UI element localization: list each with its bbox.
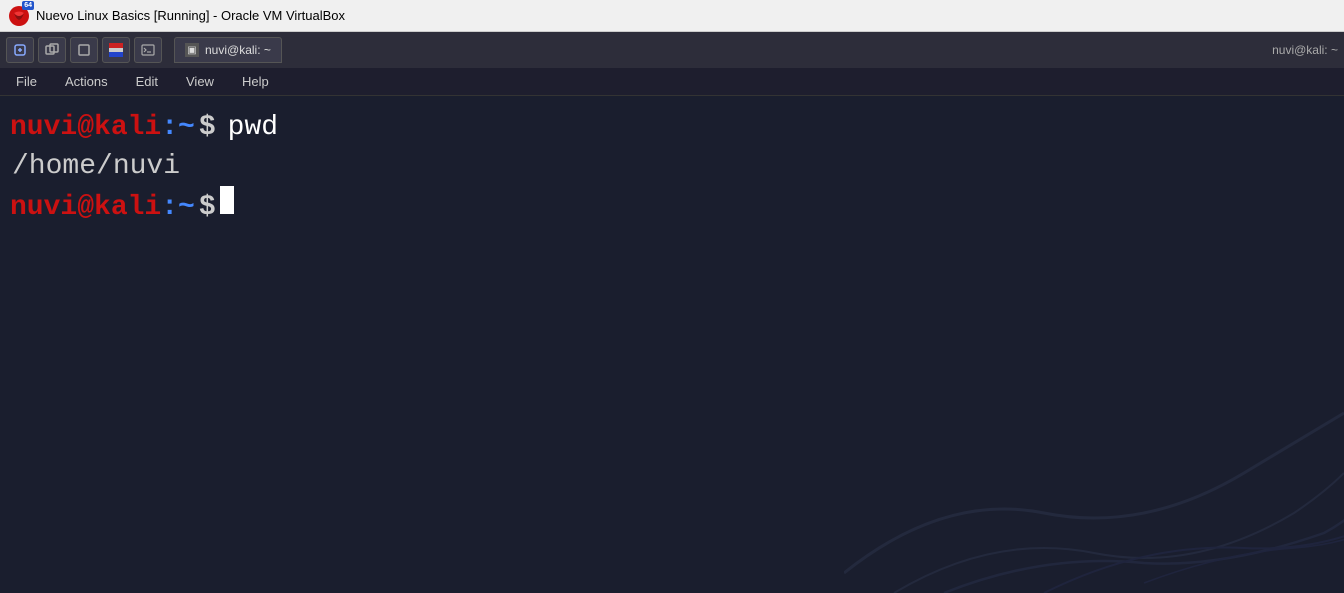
toolbar-btn-2[interactable] (38, 37, 66, 63)
terminal-cursor (220, 186, 234, 214)
terminal-line-1: nuvi@kali :~ $ pwd (10, 108, 1334, 147)
prompt-user-1: nuvi@kali (10, 108, 161, 147)
menu-edit[interactable]: Edit (130, 72, 164, 91)
prompt-dollar-2: $ (199, 188, 216, 227)
dragon-watermark (844, 293, 1344, 593)
terminal-tab-icon: ▣ (185, 43, 199, 57)
menu-actions[interactable]: Actions (59, 72, 114, 91)
toolbar-btn-3[interactable] (70, 37, 98, 63)
prompt-dollar-1: $ (199, 108, 216, 147)
vbox-badge: 64 (22, 1, 34, 10)
menu-view[interactable]: View (180, 72, 220, 91)
prompt-cmd-1: pwd (228, 108, 278, 147)
toolbar-btn-flag[interactable] (102, 37, 130, 63)
vbox-icon: 64 (8, 5, 30, 27)
menu-bar: File Actions Edit View Help (0, 68, 1344, 96)
toolbar-btn-1[interactable] (6, 37, 34, 63)
vm-tab-terminal[interactable]: ▣ nuvi@kali: ~ (174, 37, 282, 63)
title-bar: 64 Nuevo Linux Basics [Running] - Oracle… (0, 0, 1344, 32)
menu-file[interactable]: File (10, 72, 43, 91)
terminal-output-1: /home/nuvi (10, 147, 1334, 186)
prompt-user-2: nuvi@kali (10, 188, 161, 227)
window-title: Nuevo Linux Basics [Running] - Oracle VM… (36, 8, 345, 23)
terminal-line-2: nuvi@kali :~ $ (10, 186, 1334, 227)
tab-label: nuvi@kali: ~ (205, 43, 271, 57)
terminal-content: nuvi@kali :~ $ pwd /home/nuvi nuvi@kali … (10, 108, 1334, 228)
prompt-tilde-2: :~ (161, 188, 195, 227)
prompt-tilde-1: :~ (161, 108, 195, 147)
terminal-area[interactable]: nuvi@kali :~ $ pwd /home/nuvi nuvi@kali … (0, 96, 1344, 593)
toolbar-btn-terminal[interactable] (134, 37, 162, 63)
user-info-display: nuvi@kali: ~ (1272, 43, 1338, 57)
vm-toolbar: ▣ nuvi@kali: ~ nuvi@kali: ~ (0, 32, 1344, 68)
menu-help[interactable]: Help (236, 72, 275, 91)
